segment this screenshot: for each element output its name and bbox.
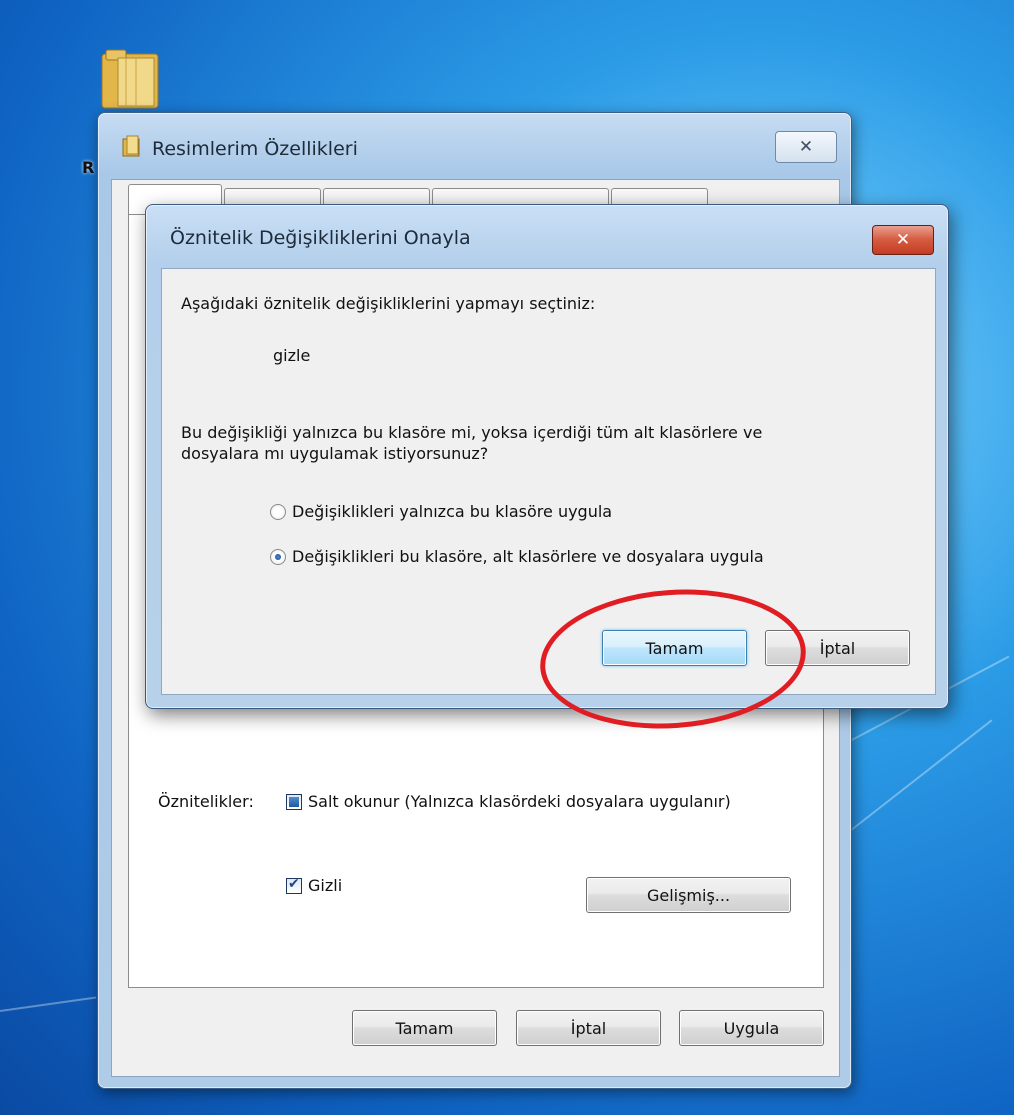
readonly-row[interactable]: Salt okunur (Yalnızca klasördeki dosyala… (286, 792, 731, 811)
option-folder-only-label: Değişiklikleri yalnızca bu klasöre uygul… (292, 502, 613, 521)
dialog-client-area: Aşağıdaki öznitelik değişikliklerini yap… (161, 268, 936, 695)
readonly-label: Salt okunur (Yalnızca klasördeki dosyala… (308, 792, 731, 811)
hidden-checkbox[interactable] (286, 876, 302, 894)
dialog-question-line1: Bu değişikliği yalnızca bu klasöre mi, y… (181, 423, 763, 442)
hidden-label: Gizli (308, 876, 343, 895)
readonly-checkbox[interactable] (286, 793, 302, 810)
attributes-label: Öznitelikler: (158, 792, 254, 811)
advanced-button[interactable]: Gelişmiş... (586, 877, 791, 913)
option-folder-only[interactable]: Değişiklikleri yalnızca bu klasöre uygul… (270, 502, 612, 521)
folder-icon (122, 135, 142, 162)
option-all[interactable]: Değişiklikleri bu klasöre, alt klasörler… (270, 547, 764, 566)
cancel-button[interactable]: İptal (516, 1010, 661, 1046)
desktop-icon-label: R (82, 158, 95, 177)
radio-all[interactable] (270, 548, 286, 565)
option-all-label: Değişiklikleri bu klasöre, alt klasörler… (292, 547, 764, 566)
confirm-attribute-changes-dialog: Öznitelik Değişikliklerini Onayla ✕ Aşağ… (145, 204, 949, 709)
dialog-title: Öznitelik Değişikliklerini Onayla (170, 227, 471, 249)
dialog-close-button[interactable]: ✕ (872, 225, 934, 255)
ok-button[interactable]: Tamam (352, 1010, 497, 1046)
dialog-ok-button[interactable]: Tamam (602, 630, 747, 666)
wallpaper-streak (849, 719, 993, 832)
properties-close-button[interactable]: ✕ (775, 131, 837, 163)
dialog-change-text: gizle (273, 346, 311, 365)
hidden-row[interactable]: Gizli (286, 876, 342, 895)
apply-button[interactable]: Uygula (679, 1010, 824, 1046)
properties-title-text: Resimlerim Özellikleri (152, 137, 358, 160)
radio-folder-only[interactable] (270, 503, 286, 520)
desktop-folder-icon[interactable] (96, 44, 166, 114)
properties-window-title: Resimlerim Özellikleri (122, 135, 358, 162)
dialog-intro-text: Aşağıdaki öznitelik değişikliklerini yap… (181, 294, 596, 313)
dialog-question-line2: dosyalara mı uygulamak istiyorsunuz? (181, 444, 489, 463)
wallpaper-streak (0, 996, 97, 1012)
dialog-cancel-button[interactable]: İptal (765, 630, 910, 666)
